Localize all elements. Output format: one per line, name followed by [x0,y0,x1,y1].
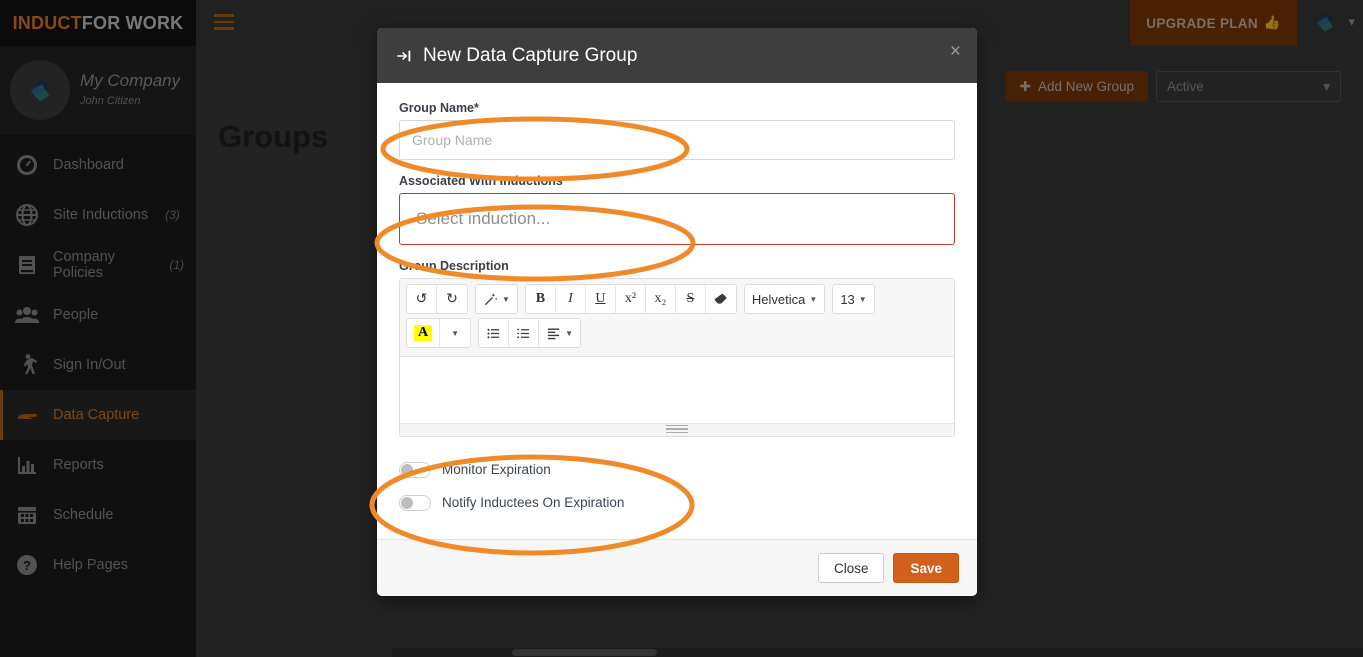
group-name-label: Group Name* [399,101,479,115]
chevron-down-icon: ▼ [502,294,510,304]
editor-toolbar-row-1: ↺ ↻ ▼ B I U x² x₂ S Helvetica ▼ 13 ▼ [404,284,950,314]
chevron-down-icon: ▼ [565,328,574,338]
eraser-icon[interactable] [705,285,736,313]
modal-footer: Close Save [377,539,977,596]
group-name-input[interactable] [399,120,955,160]
paragraph-align-icon[interactable]: ▼ [539,319,581,347]
app-root: INDUCTFOR WORK My Company John Citizen [0,0,1363,657]
monitor-expiration-toggle[interactable] [399,461,431,478]
superscript-icon[interactable]: x² [615,285,646,313]
new-data-capture-group-dialog: New Data Capture Group × Group Name* Ass… [377,28,977,596]
font-size-value: 13 [840,291,855,307]
strikethrough-icon[interactable]: S [675,285,706,313]
monitor-expiration-label: Monitor Expiration [442,462,551,477]
editor-content-area[interactable] [400,357,954,423]
monitor-expiration-row: Monitor Expiration [399,453,955,486]
notify-inductees-row: Notify Inductees On Expiration [399,486,955,519]
list-group: ▼ [478,318,582,348]
notify-inductees-label: Notify Inductees On Expiration [442,495,625,510]
format-group: B I U x² x₂ S [524,284,737,314]
unordered-list-icon[interactable] [479,319,510,347]
font-family-select[interactable]: Helvetica ▼ [744,285,825,313]
toggle-knob [401,463,413,476]
italic-icon[interactable]: I [555,285,586,313]
font-family-group: Helvetica ▼ [743,284,826,314]
modal-header: New Data Capture Group × [377,28,977,83]
resize-grip-icon [666,424,688,436]
sign-in-arrow-icon [397,50,411,61]
chevron-down-icon: ▼ [809,294,818,304]
style-group: ▼ [475,284,518,314]
font-color-dropdown[interactable]: ▼ [440,319,471,347]
font-color-letter: A [414,324,433,342]
font-color-group: A ▼ [406,318,472,348]
expiration-toggles: Monitor Expiration Notify Inductees On E… [399,453,955,519]
rich-text-editor: ↺ ↻ ▼ B I U x² x₂ S Helvetica ▼ 13 ▼ A ▼… [399,278,955,437]
font-size-group: 13 ▼ [832,284,875,314]
subscript-icon[interactable]: x₂ [645,285,676,313]
font-size-select[interactable]: 13 ▼ [833,285,874,313]
redo-icon[interactable]: ↻ [437,285,467,313]
close-button[interactable]: Close [817,553,885,583]
editor-toolbar: ↺ ↻ ▼ B I U x² x₂ S Helvetica ▼ 13 ▼ A ▼… [400,279,954,357]
save-button[interactable]: Save [893,553,959,583]
group-description-label: Group Description [399,259,509,273]
bold-icon[interactable]: B [525,285,556,313]
modal-title-text: New Data Capture Group [423,44,638,66]
undo-icon[interactable]: ↺ [407,285,437,313]
chevron-down-icon: ▼ [451,328,460,338]
toggle-knob [401,496,413,509]
underline-icon[interactable]: U [585,285,616,313]
chevron-down-icon: ▼ [858,294,867,304]
history-group: ↺ ↻ [406,284,468,314]
font-family-value: Helvetica [751,291,806,307]
notify-inductees-toggle[interactable] [399,494,431,511]
close-icon[interactable]: × [950,42,961,61]
inductions-label: Associated With Inductions* [399,174,568,188]
associated-inductions-select[interactable]: Select induction... [399,193,955,245]
editor-toolbar-row-2: A ▼ ▼ [404,318,950,348]
editor-resize-handle[interactable] [400,423,954,436]
magic-wand-icon[interactable]: ▼ [476,285,517,313]
inductions-placeholder: Select induction... [416,209,551,228]
modal-title: New Data Capture Group [395,45,637,67]
font-color-icon[interactable]: A [407,319,441,347]
ordered-list-icon[interactable] [509,319,540,347]
modal-body: Group Name* Associated With Inductions* … [377,83,977,539]
